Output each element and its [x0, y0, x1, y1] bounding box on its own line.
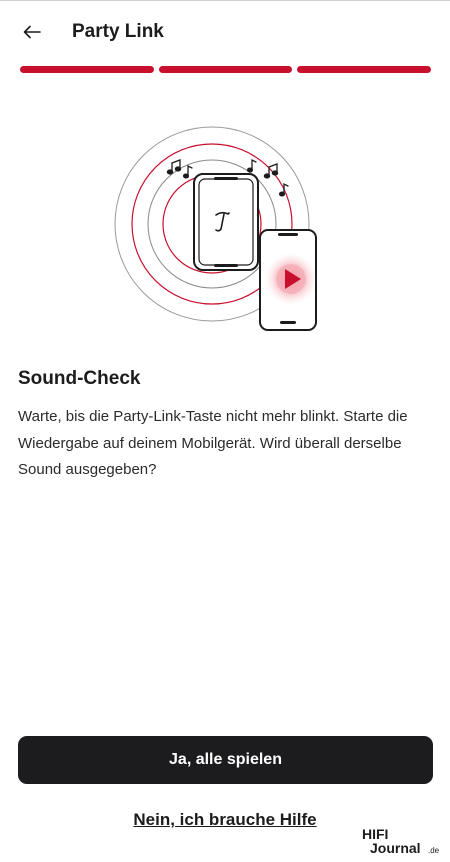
progress-step-3 [297, 66, 432, 73]
section-heading: Sound-Check [18, 368, 141, 389]
progress-step-2 [158, 66, 293, 73]
progress-step-1 [20, 66, 154, 73]
arrow-left-icon [23, 25, 41, 39]
watermark-brand-suffix: .de [428, 846, 440, 855]
sound-check-illustration [114, 126, 317, 331]
play-icon [265, 253, 317, 305]
instruction-text: Warte, bis die Party-Link-Taste nicht me… [18, 408, 408, 478]
hifi-journal-watermark: HIFI Journal .de [362, 826, 440, 856]
speaker-icon [193, 173, 259, 271]
app-header: Party Link [0, 0, 450, 64]
back-button[interactable] [14, 16, 50, 48]
page-title: Party Link [72, 21, 164, 42]
confirm-all-playing-button[interactable]: Ja, alle spielen [18, 736, 433, 784]
step-progress [20, 66, 432, 73]
watermark-brand-bottom: Journal [370, 840, 421, 856]
